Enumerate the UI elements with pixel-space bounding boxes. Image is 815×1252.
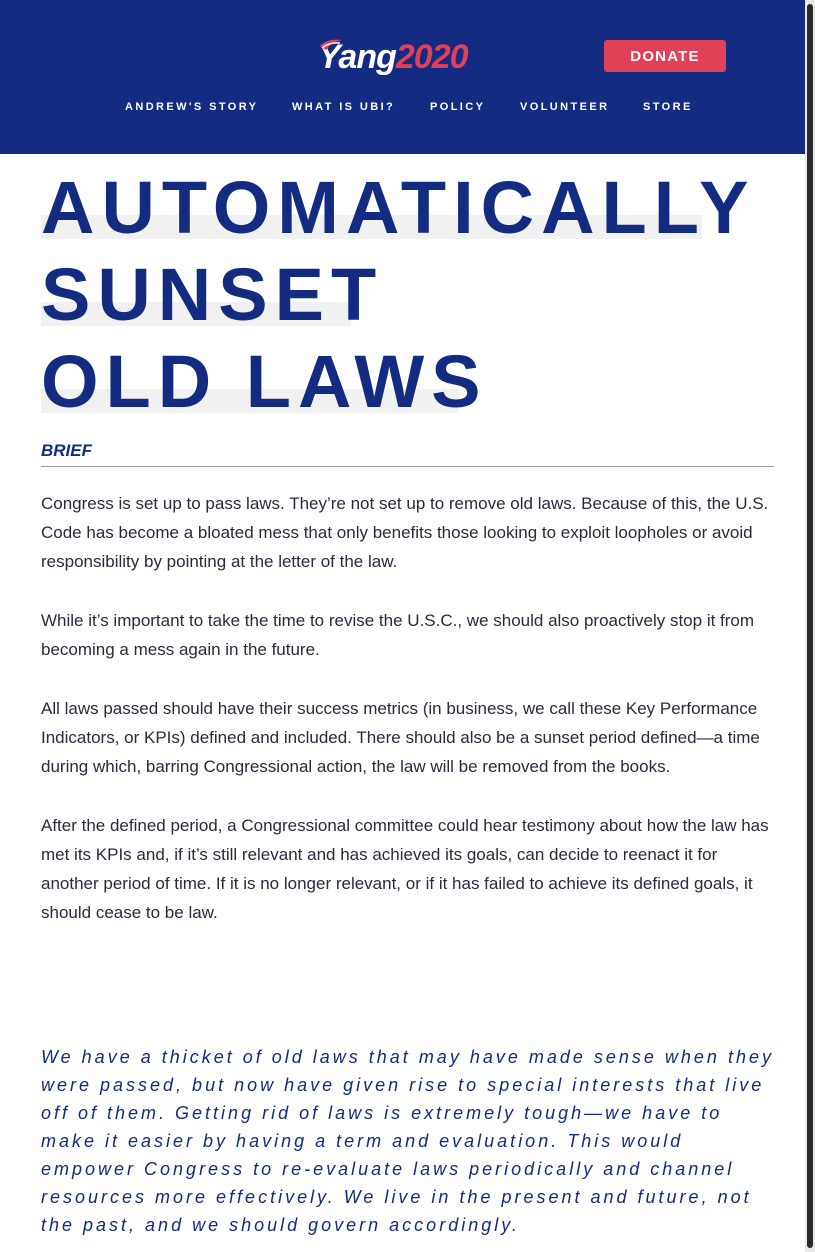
nav-policy[interactable]: POLICY <box>430 101 485 113</box>
body-paragraph: Congress is set up to pass laws. They’re… <box>41 494 769 571</box>
title-line-text: SUNSET <box>41 253 384 336</box>
policy-body: Congress is set up to pass laws. They’re… <box>41 489 774 957</box>
page-title: AUTOMATICALLY SUNSET OLD LAWS <box>41 164 756 425</box>
title-line: SUNSET <box>41 251 756 338</box>
nav-what-is-ubi[interactable]: WHAT IS UBI? <box>292 101 395 113</box>
nav-store[interactable]: STORE <box>643 101 693 113</box>
main-nav: ANDREW'S STORY WHAT IS UBI? POLICY VOLUN… <box>0 101 815 115</box>
body-paragraph: All laws passed should have their succes… <box>41 699 760 776</box>
title-line-text: OLD LAWS <box>41 340 488 423</box>
flag-swoosh-icon <box>320 39 342 50</box>
brief-heading: BRIEF <box>41 441 92 460</box>
yang-2020-logo[interactable]: Yang2020 <box>318 34 469 80</box>
title-line: OLD LAWS <box>41 338 756 425</box>
site-header: Yang2020 DONATE ANDREW'S STORY WHAT IS U… <box>0 0 815 154</box>
nav-andrews-story[interactable]: ANDREW'S STORY <box>125 101 258 113</box>
logo-year-text: 2020 <box>395 38 469 76</box>
body-paragraph: After the defined period, a Congressiona… <box>41 816 769 922</box>
scrollbar[interactable] <box>805 0 815 1252</box>
donate-button[interactable]: DONATE <box>604 40 726 72</box>
body-paragraph: While it’s important to take the time to… <box>41 611 755 659</box>
title-line: AUTOMATICALLY <box>41 164 756 251</box>
nav-volunteer[interactable]: VOLUNTEER <box>520 101 609 113</box>
title-line-text: AUTOMATICALLY <box>41 166 756 249</box>
divider <box>41 466 774 467</box>
scrollbar-thumb[interactable] <box>807 4 813 1248</box>
pull-quote: We have a thicket of old laws that may h… <box>41 1047 774 1235</box>
